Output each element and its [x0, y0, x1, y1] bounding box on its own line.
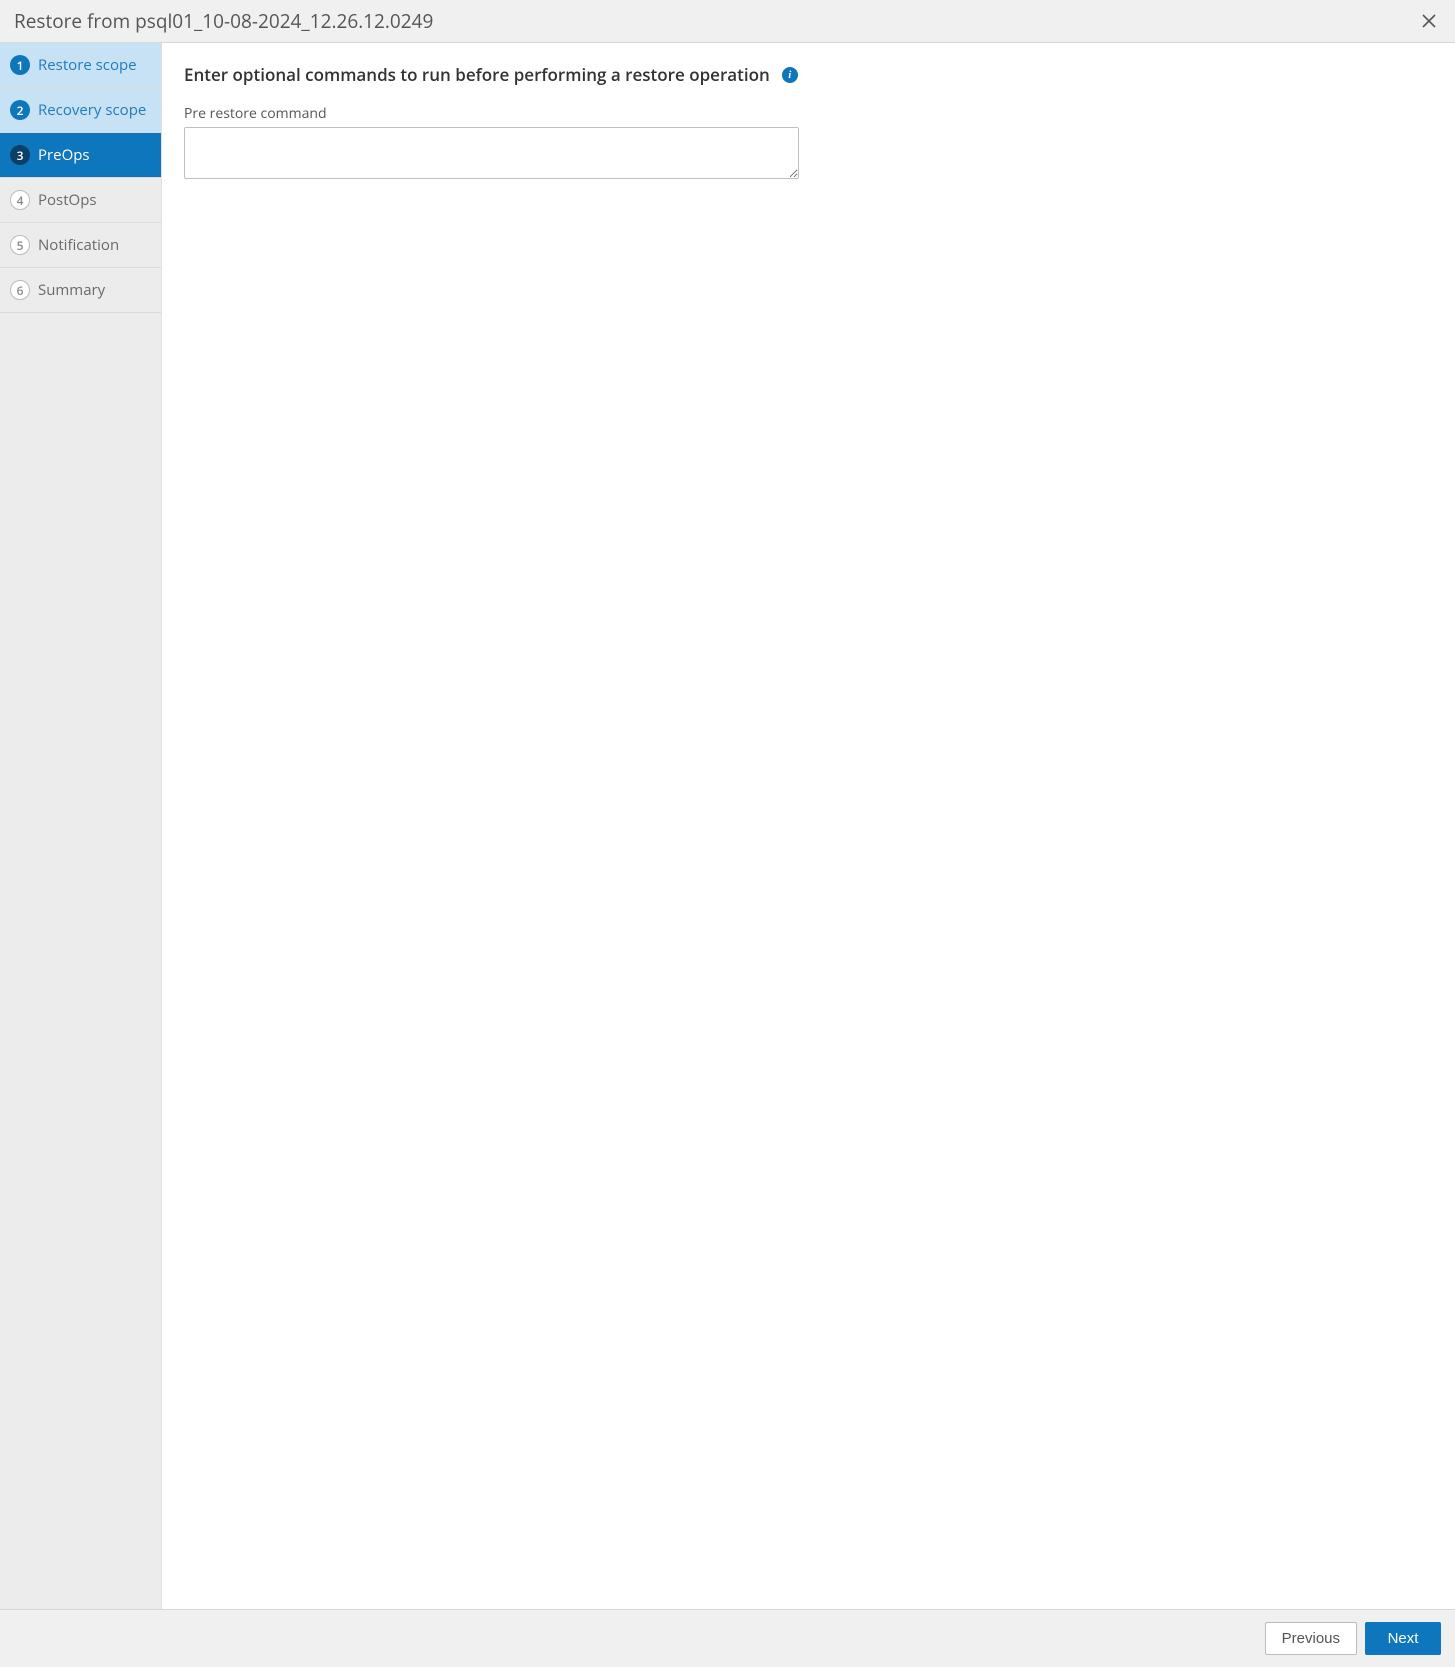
step-restore-scope[interactable]: 1 Restore scope — [0, 43, 161, 88]
step-number: 4 — [10, 190, 30, 210]
dialog-titlebar: Restore from psql01_10-08-2024_12.26.12.… — [0, 0, 1455, 43]
step-label: Recovery scope — [38, 100, 146, 120]
step-postops[interactable]: 4 PostOps — [0, 178, 161, 223]
step-label: PreOps — [38, 145, 90, 165]
step-number: 5 — [10, 235, 30, 255]
step-number: 1 — [10, 55, 30, 75]
close-icon — [1421, 13, 1437, 29]
dialog-title: Restore from psql01_10-08-2024_12.26.12.… — [14, 8, 433, 34]
dialog-body: 1 Restore scope 2 Recovery scope 3 PreOp… — [0, 43, 1455, 1609]
pre-restore-command-input[interactable] — [184, 127, 799, 179]
step-label: Restore scope — [38, 55, 137, 75]
step-notification[interactable]: 5 Notification — [0, 223, 161, 268]
main-panel: Enter optional commands to run before pe… — [162, 43, 1455, 1609]
step-summary[interactable]: 6 Summary — [0, 268, 161, 313]
close-button[interactable] — [1417, 9, 1441, 33]
info-icon[interactable]: i — [782, 67, 798, 83]
panel-heading: Enter optional commands to run before pe… — [184, 63, 770, 86]
step-number: 3 — [10, 145, 30, 165]
step-label: Summary — [38, 280, 105, 300]
step-recovery-scope[interactable]: 2 Recovery scope — [0, 88, 161, 133]
previous-button[interactable]: Previous — [1265, 1622, 1357, 1655]
step-number: 6 — [10, 280, 30, 300]
step-label: PostOps — [38, 190, 97, 210]
dialog-footer: Previous Next — [0, 1609, 1455, 1667]
panel-heading-row: Enter optional commands to run before pe… — [184, 63, 1433, 86]
pre-restore-command-label: Pre restore command — [184, 104, 1433, 123]
step-number: 2 — [10, 100, 30, 120]
step-preops[interactable]: 3 PreOps — [0, 133, 161, 178]
next-button[interactable]: Next — [1365, 1622, 1441, 1655]
restore-wizard-dialog: Restore from psql01_10-08-2024_12.26.12.… — [0, 0, 1455, 1667]
step-label: Notification — [38, 235, 119, 255]
wizard-sidebar: 1 Restore scope 2 Recovery scope 3 PreOp… — [0, 43, 162, 1609]
